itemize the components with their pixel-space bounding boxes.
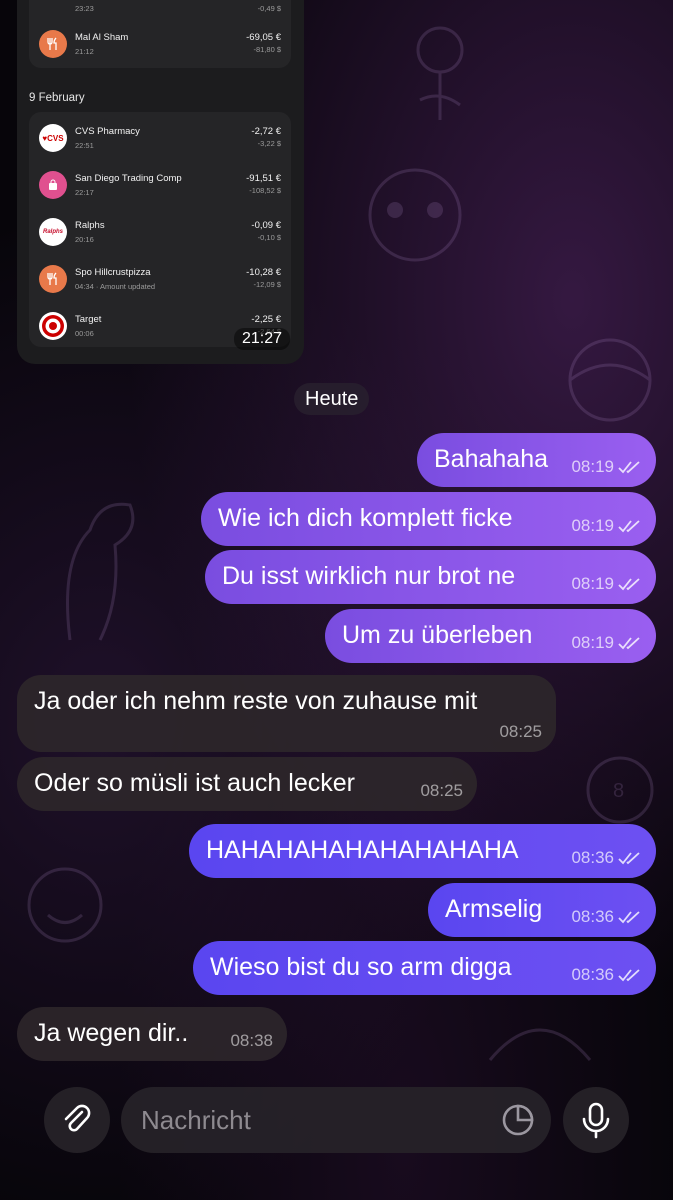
- message-input-bar: [0, 1070, 673, 1200]
- message-text: Bahahaha: [434, 445, 549, 473]
- message-outgoing[interactable]: Armselig 08:36: [428, 883, 656, 937]
- transaction-row: San Diego Trading Comp 22:17 -91,51 € -1…: [39, 165, 281, 209]
- message-text: Oder so müsli ist auch lecker: [34, 769, 355, 797]
- attach-button[interactable]: [44, 1087, 110, 1153]
- cvs-logo-icon: ♥CVS: [39, 124, 67, 152]
- message-text: Wie ich dich komplett ficke: [218, 504, 513, 532]
- transaction-card-top: -0,49 $ 23:23 Mal Al Sham 21:12 -69,05 €…: [29, 0, 291, 68]
- double-check-icon: [618, 911, 640, 924]
- transaction-time: 20:16: [75, 235, 94, 244]
- transaction-name: Target: [75, 314, 102, 325]
- message-outgoing[interactable]: HAHAHAHAHAHAHAHAHA 08:36: [189, 824, 656, 878]
- double-check-icon: [618, 637, 640, 650]
- transaction-amount: -0,09 €: [251, 220, 281, 231]
- voice-message-button[interactable]: [563, 1087, 629, 1153]
- double-check-icon: [618, 578, 640, 591]
- message-text: Um zu überleben: [342, 621, 533, 649]
- ralphs-logo-icon: Ralphs: [39, 218, 67, 246]
- smiley-doodle-icon: [27, 867, 103, 943]
- message-time: 08:19: [571, 457, 614, 476]
- transaction-amount-usd: -3,22 $: [257, 139, 281, 148]
- message-outgoing[interactable]: Du isst wirklich nur brot ne 08:19: [205, 550, 656, 604]
- svg-text:8: 8: [613, 780, 624, 802]
- ball-doodle-icon: [568, 338, 652, 422]
- transaction-amount-usd: -0,10 $: [257, 233, 281, 242]
- transaction-name: San Diego Trading Comp: [75, 173, 182, 184]
- transaction-amount: -2,25 €: [251, 314, 281, 325]
- double-check-icon: [618, 852, 640, 865]
- message-time: 08:19: [571, 516, 614, 535]
- message-text: Armselig: [445, 895, 543, 923]
- transaction-time: 04:34 · Amount updated: [75, 282, 156, 291]
- dino-doodle-icon: [66, 502, 135, 641]
- message-field[interactable]: [121, 1087, 551, 1153]
- message-time: 08:38: [230, 1031, 273, 1050]
- transaction-card-list: ♥CVS CVS Pharmacy 22:51 -2,72 € -3,22 $ …: [29, 112, 291, 347]
- transaction-amount: -69,05 €: [246, 32, 281, 43]
- forwarded-screenshot-bubble[interactable]: -0,49 $ 23:23 Mal Al Sham 21:12 -69,05 €…: [17, 0, 304, 364]
- double-check-icon: [618, 461, 640, 474]
- flower-doodle-icon: [416, 26, 464, 120]
- transaction-name: CVS Pharmacy: [75, 126, 140, 137]
- partial-time: 23:23: [75, 4, 94, 13]
- microphone-icon: [582, 1102, 610, 1139]
- message-time: 08:36: [571, 965, 614, 984]
- double-check-icon: [618, 969, 640, 982]
- fork-knife-icon: [39, 265, 67, 293]
- message-text: Ja wegen dir..: [34, 1019, 189, 1047]
- message-text: Ja oder ich nehm reste von zuhause mit: [34, 687, 478, 715]
- transaction-amount-usd: -81,80 $: [253, 45, 281, 54]
- transactions-date-label: 9 February: [29, 92, 85, 104]
- message-time: 08:36: [571, 907, 614, 926]
- message-outgoing[interactable]: Wie ich dich komplett ficke 08:19: [201, 492, 656, 546]
- transaction-time: 21:12: [75, 47, 94, 56]
- date-divider: Heute: [294, 383, 370, 415]
- message-text: Du isst wirklich nur brot ne: [222, 562, 516, 590]
- message-incoming[interactable]: Oder so müsli ist auch lecker 08:25: [17, 757, 477, 811]
- message-text: HAHAHAHAHAHAHAHAHA: [206, 836, 519, 864]
- partial-amount-usd: -0,49 $: [257, 4, 281, 13]
- message-incoming[interactable]: Ja wegen dir.. 08:38: [17, 1007, 287, 1061]
- double-check-icon: [618, 520, 640, 533]
- cat-doodle-icon: [488, 1028, 592, 1061]
- message-time: 08:25: [499, 722, 542, 741]
- shopping-bag-icon: [39, 171, 67, 199]
- transaction-amount-usd: -12,09 $: [253, 280, 281, 289]
- panda-doodle-icon: [368, 168, 462, 262]
- paperclip-icon: [64, 1104, 91, 1132]
- message-time: 08:25: [420, 781, 463, 800]
- transaction-amount: -10,28 €: [246, 267, 281, 278]
- transaction-row: Spo Hillcrustpizza 04:34 · Amount update…: [39, 259, 281, 303]
- transaction-row: Ralphs Ralphs 20:16 -0,09 € -0,10 $: [39, 212, 281, 256]
- message-outgoing[interactable]: Um zu überleben 08:19: [325, 609, 656, 663]
- transaction-amount: -2,72 €: [251, 126, 281, 137]
- message-incoming[interactable]: Ja oder ich nehm reste von zuhause mit 0…: [17, 675, 556, 752]
- message-outgoing[interactable]: Bahahaha 08:19: [417, 433, 656, 487]
- sticker-icon[interactable]: [501, 1103, 535, 1137]
- transaction-name: Spo Hillcrustpizza: [75, 267, 151, 278]
- transaction-time: 00:06: [75, 329, 94, 338]
- transaction-amount-usd: -108,52 $: [249, 186, 281, 195]
- transaction-row: ♥CVS CVS Pharmacy 22:51 -2,72 € -3,22 $: [39, 118, 281, 162]
- target-logo-icon: [39, 312, 67, 340]
- message-time: 08:19: [571, 633, 614, 652]
- message-time: 08:36: [571, 848, 614, 867]
- eight-ball-doodle-icon: 8: [586, 756, 654, 824]
- transaction-time: 22:51: [75, 141, 94, 150]
- transaction-time: 22:17: [75, 188, 94, 197]
- fork-knife-icon: [39, 30, 67, 58]
- transaction-row: Mal Al Sham 21:12 -69,05 € -81,80 $: [39, 24, 281, 68]
- message-input[interactable]: [141, 1101, 481, 1139]
- transaction-amount: -91,51 €: [246, 173, 281, 184]
- screenshot-timestamp: 21:27: [233, 328, 290, 350]
- message-outgoing[interactable]: Wieso bist du so arm digga 08:36: [193, 941, 656, 995]
- message-text: Wieso bist du so arm digga: [210, 953, 512, 981]
- transaction-name: Ralphs: [75, 220, 105, 231]
- message-time: 08:19: [571, 574, 614, 593]
- transaction-name: Mal Al Sham: [75, 32, 129, 43]
